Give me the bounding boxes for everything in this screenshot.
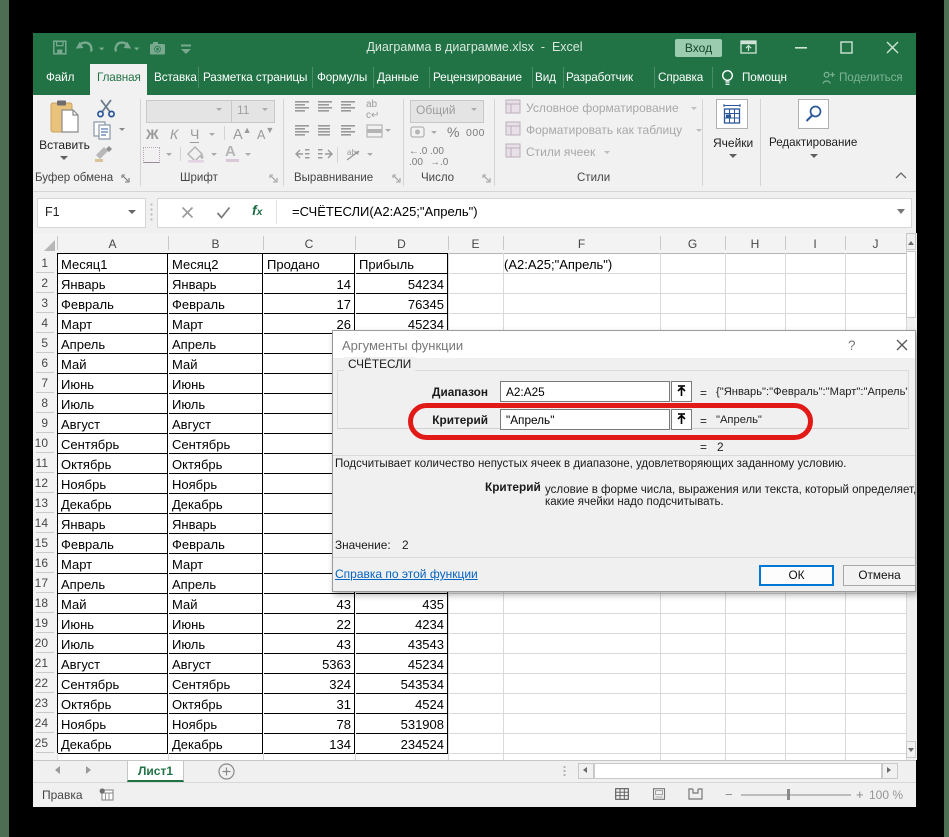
svg-text:ab: ab <box>347 148 356 157</box>
